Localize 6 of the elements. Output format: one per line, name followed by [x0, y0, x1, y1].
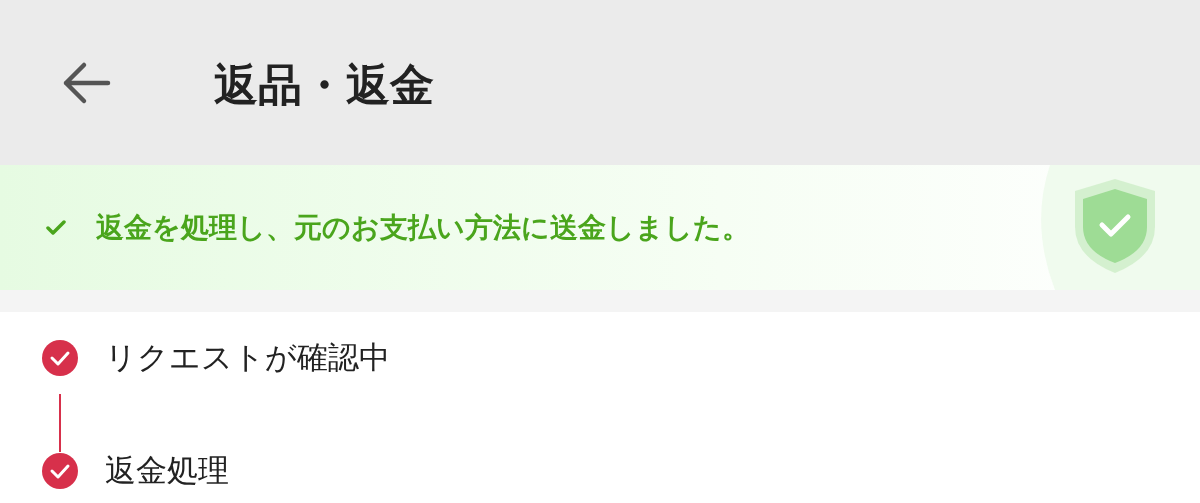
page-title: 返品・返金 [214, 58, 434, 112]
timeline-connector [59, 394, 61, 452]
step-label: リクエストが確認中 [105, 338, 390, 377]
banner-message: 返金を処理し、元のお支払い方法に送金しました。 [96, 209, 750, 246]
step-label: 返金処理 [105, 451, 229, 490]
check-icon [46, 219, 66, 236]
